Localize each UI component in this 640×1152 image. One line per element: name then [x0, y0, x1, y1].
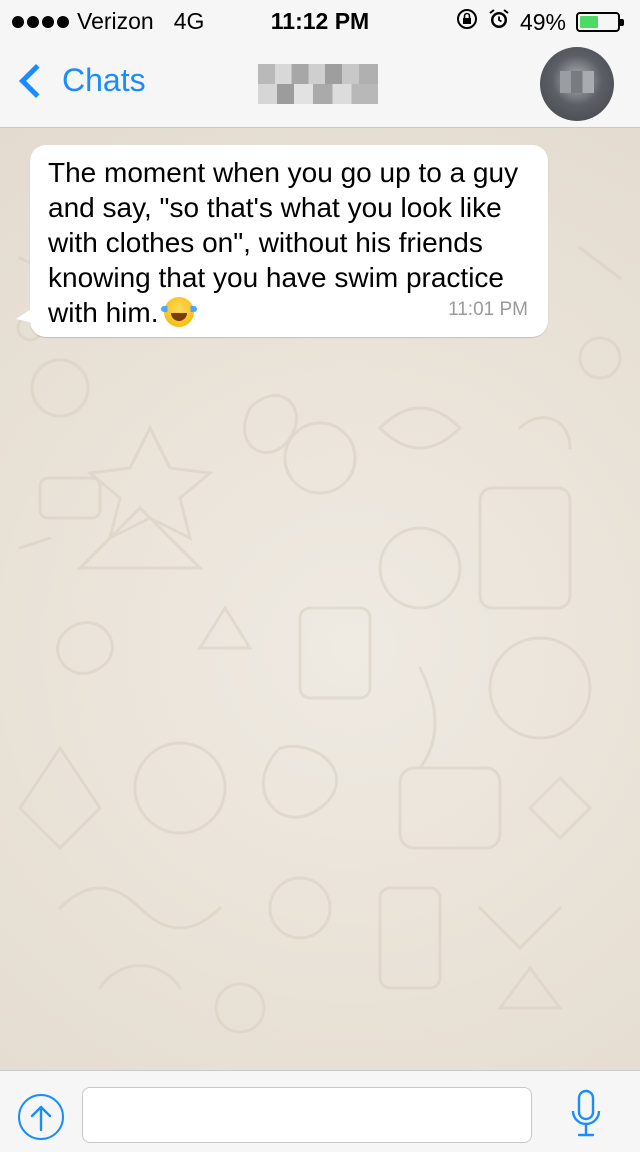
- nav-bar: Chats: [0, 40, 640, 128]
- alarm-icon: [488, 8, 510, 36]
- back-label: Chats: [62, 62, 146, 98]
- chat-area: The moment when you go up to a guy and s…: [0, 128, 640, 1070]
- signal-dots-icon: [12, 15, 69, 28]
- bubble-tail: [16, 307, 34, 323]
- battery-percent: 49%: [519, 8, 566, 35]
- avatar[interactable]: [540, 47, 614, 121]
- back-button[interactable]: Chats: [14, 62, 146, 99]
- battery-level: [580, 16, 598, 28]
- rotation-lock-icon: [456, 8, 478, 36]
- message-input[interactable]: [82, 1087, 532, 1143]
- tears-of-joy-emoji-icon: [161, 297, 198, 327]
- upload-arrow-icon: [30, 1105, 52, 1132]
- contact-name[interactable]: [258, 64, 378, 104]
- message-bubble[interactable]: The moment when you go up to a guy and s…: [16, 145, 548, 337]
- microphone-button[interactable]: [570, 1089, 602, 1139]
- input-bar: [0, 1070, 640, 1152]
- battery-icon: [576, 12, 624, 32]
- carrier-label: Verizon: [77, 8, 154, 34]
- status-right: 49%: [456, 8, 624, 36]
- microphone-icon: [571, 1089, 601, 1137]
- chevron-left-icon: [19, 63, 53, 98]
- status-bar: Verizon 4G 11:12 PM 49%: [0, 0, 640, 40]
- message-time: 11:01 PM: [448, 299, 528, 320]
- status-left: Verizon 4G: [12, 8, 204, 35]
- network-label: 4G: [173, 8, 205, 34]
- upload-button[interactable]: [18, 1094, 64, 1140]
